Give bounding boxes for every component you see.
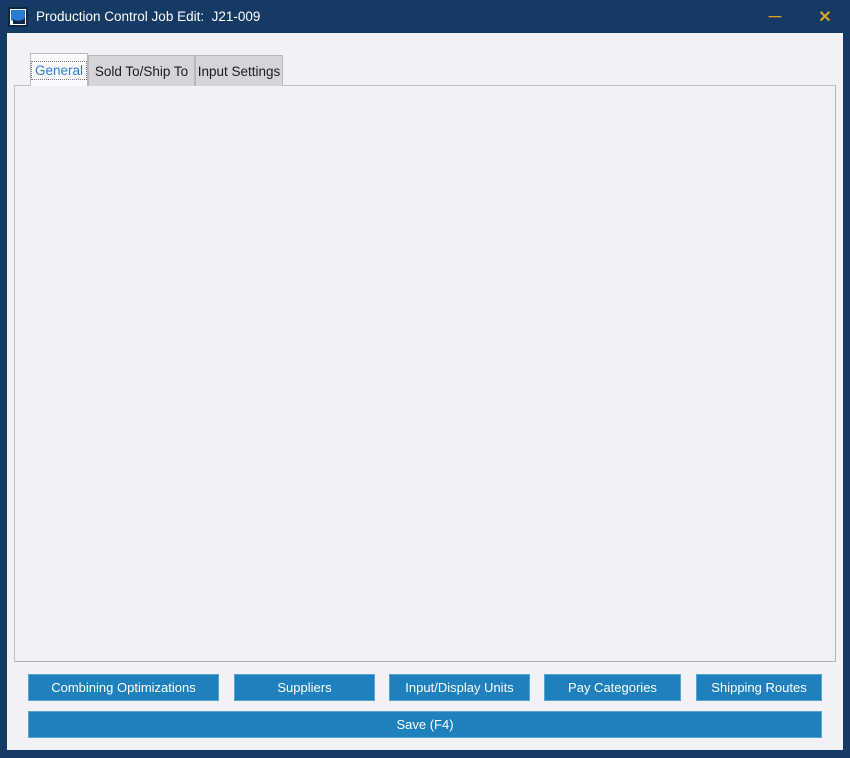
tab-sold-to-ship-to[interactable]: Sold To/Ship To: [88, 55, 195, 86]
window-title: Production Control Job Edit: J21-009: [36, 9, 260, 24]
save-button[interactable]: Save (F4): [28, 711, 822, 738]
pay-categories-button[interactable]: Pay Categories: [544, 674, 681, 701]
combining-optimizations-button[interactable]: Combining Optimizations: [28, 674, 219, 701]
tab-input-settings-label: Input Settings: [198, 64, 281, 79]
close-button[interactable]: ✕: [805, 0, 845, 33]
tab-panel-general: [14, 85, 836, 662]
titlebar[interactable]: Production Control Job Edit: J21-009 ─ ✕: [0, 0, 850, 33]
input-display-units-button[interactable]: Input/Display Units: [389, 674, 530, 701]
dialog-window: Production Control Job Edit: J21-009 ─ ✕…: [0, 0, 850, 758]
tab-general-label: General: [31, 61, 87, 80]
tab-input-settings[interactable]: Input Settings: [195, 55, 283, 86]
minimize-button[interactable]: ─: [755, 0, 795, 33]
tab-sold-to-ship-to-label: Sold To/Ship To: [95, 64, 188, 79]
dialog-body: General Sold To/Ship To Input Settings J…: [7, 33, 843, 750]
shipping-routes-button[interactable]: Shipping Routes: [696, 674, 822, 701]
tab-general[interactable]: General: [30, 53, 88, 86]
app-icon: [8, 7, 28, 27]
suppliers-button[interactable]: Suppliers: [234, 674, 375, 701]
